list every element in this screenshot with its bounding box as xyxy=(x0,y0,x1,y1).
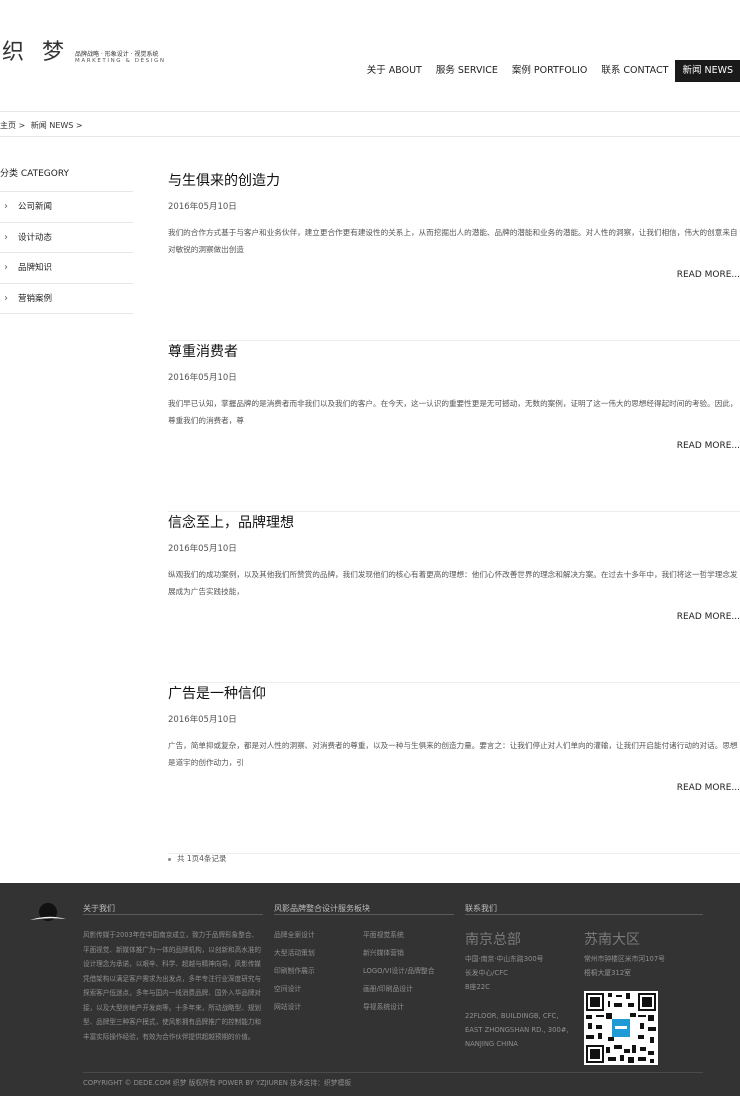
footer-service-link[interactable]: 网站设计 xyxy=(274,1001,301,1011)
breadcrumb-news[interactable]: 新闻 NEWS > xyxy=(31,121,83,130)
header-divider xyxy=(0,111,740,112)
sidebar-item-label: 营销案例 xyxy=(18,293,53,304)
footer-service-link[interactable]: 画册/印刷品设计 xyxy=(363,983,413,993)
footer-address-line: 长发中心/CFC xyxy=(465,969,508,977)
sidebar-title: 分类 CATEGORY xyxy=(0,164,133,192)
footer-divider xyxy=(274,914,454,915)
footer-about-text: 风影传媒于2003年在中国南京成立，致力于品牌形象整合、平面视觉、新媒体推广为一… xyxy=(83,931,262,1041)
sidebar-item-company-news[interactable]: › 公司新闻 xyxy=(0,192,133,223)
sidebar-item-marketing-cases[interactable]: › 营销案例 xyxy=(0,284,133,314)
footer-city-nanjing: 南京总部 xyxy=(465,932,521,948)
breadcrumb-home[interactable]: 主页 > xyxy=(0,121,25,130)
footer-address-line: 梧桐大厦312室 xyxy=(584,969,631,977)
sidebar-item-label: 公司新闻 xyxy=(18,202,53,212)
footer-address-line: 22FLOOR, BUILDINGB, CFC, xyxy=(465,1012,559,1020)
sidebar-item-design-news[interactable]: › 设计动态 xyxy=(0,223,133,253)
article-date: 2016年05月10日 xyxy=(168,715,237,725)
footer-city-sunan: 苏南大区 xyxy=(584,932,640,948)
read-more-link[interactable]: READ MORE... xyxy=(677,270,740,280)
footer-service-link[interactable]: 印刷制作展示 xyxy=(274,965,315,975)
nav-item-contact[interactable]: 联系 CONTACT xyxy=(594,60,675,82)
footer-service-link[interactable]: 平面视觉系统 xyxy=(363,929,404,939)
sidebar-item-label: 品牌知识 xyxy=(18,263,53,273)
breadcrumb-divider xyxy=(0,136,740,137)
article-excerpt: 广告，简单抑或复杂，都是对人性的洞察、对消费者的尊重，以及一种与生俱来的创造力量… xyxy=(168,741,738,767)
footer-about-title: 关于我们 xyxy=(83,904,115,913)
footer-service-link[interactable]: 品牌全案设计 xyxy=(274,929,315,939)
site-footer: 关于我们 风影传媒于2003年在中国南京成立，致力于品牌形象整合、平面视觉、新媒… xyxy=(0,883,740,1096)
chevron-right-icon: › xyxy=(4,262,8,273)
logo-mark: 织梦 xyxy=(2,40,83,65)
chevron-right-icon: › xyxy=(4,201,8,212)
main-nav: 关于 ABOUT 服务 SERVICE 案例 PORTFOLIO 联系 CONT… xyxy=(360,60,740,82)
article-excerpt: 我们早已认知，掌握品牌的是消费者而非我们以及我们的客户。在今天，这一认识的重要性… xyxy=(168,399,738,425)
footer-copyright: COPYRIGHT © DEDE.COM 织梦 版权所有 POWER BY YZ… xyxy=(83,1079,352,1087)
article-date: 2016年05月10日 xyxy=(168,202,237,212)
pagination: 共 1页4条记录 xyxy=(168,853,226,864)
footer-address-line: NANJING CHINA xyxy=(465,1040,518,1048)
footer-service-link[interactable]: 空间设计 xyxy=(274,983,301,993)
chevron-right-icon: › xyxy=(4,292,8,304)
news-article: 广告是一种信仰 2016年05月10日 广告，简单抑或复杂，都是对人性的洞察、对… xyxy=(168,683,740,854)
logo-subline: MARKETING & DESIGN xyxy=(75,58,166,64)
footer-divider xyxy=(83,914,263,915)
nav-item-portfolio[interactable]: 案例 PORTFOLIO xyxy=(505,60,594,82)
footer-logo-icon xyxy=(30,903,66,921)
site-header: 织梦 品牌战略 · 形象设计 · 视觉系统 MARKETING & DESIGN… xyxy=(0,0,740,90)
news-article: 与生俱来的创造力 2016年05月10日 我们的合作方式基于与客户和业务伙伴，建… xyxy=(168,170,740,341)
article-title[interactable]: 广告是一种信仰 xyxy=(168,683,266,703)
pagination-summary: 共 1页4条记录 xyxy=(177,854,227,863)
site-logo[interactable]: 织梦 品牌战略 · 形象设计 · 视觉系统 MARKETING & DESIGN xyxy=(2,34,172,74)
article-title[interactable]: 尊重消费者 xyxy=(168,341,238,361)
article-date: 2016年05月10日 xyxy=(168,373,237,383)
footer-contact-title: 联系我们 xyxy=(465,904,497,913)
read-more-link[interactable]: READ MORE... xyxy=(677,441,740,451)
footer-service-link[interactable]: 大型活动策划 xyxy=(274,947,315,957)
nav-item-service[interactable]: 服务 SERVICE xyxy=(429,60,505,82)
footer-address-line: 常州市钟楼区米市河107号 xyxy=(584,955,665,963)
article-title[interactable]: 与生俱来的创造力 xyxy=(168,170,280,190)
footer-address-line: 中国·南京·中山东路300号 xyxy=(465,955,544,963)
article-title[interactable]: 信念至上，品牌理想 xyxy=(168,512,294,532)
news-article: 信念至上，品牌理想 2016年05月10日 纵观我们的成功案例，以及其他我们所赞… xyxy=(168,512,740,683)
footer-service-link[interactable]: 导视系统设计 xyxy=(363,1001,404,1011)
footer-service-link[interactable]: 新兴媒体营销 xyxy=(363,947,404,957)
footer-services-title: 风影品牌整合设计服务板块 xyxy=(274,904,370,913)
footer-address-line: EAST ZHONGSHAN RD., 300#, xyxy=(465,1026,569,1034)
category-sidebar: 分类 CATEGORY › 公司新闻 › 设计动态 › 品牌知识 › 营销案例 xyxy=(0,164,133,314)
footer-bottom-divider xyxy=(83,1072,703,1073)
chevron-right-icon: › xyxy=(4,231,8,243)
logo-tagline: 品牌战略 · 形象设计 · 视觉系统 xyxy=(75,51,159,58)
read-more-link[interactable]: READ MORE... xyxy=(677,612,740,622)
qr-code-icon xyxy=(584,991,658,1065)
breadcrumb: 主页 > 新闻 NEWS > xyxy=(0,120,86,131)
bullet-icon xyxy=(168,857,171,861)
footer-divider xyxy=(465,914,703,915)
sidebar-item-label: 设计动态 xyxy=(18,232,53,243)
news-article: 尊重消费者 2016年05月10日 我们早已认知，掌握品牌的是消费者而非我们以及… xyxy=(168,341,740,512)
nav-item-news[interactable]: 新闻 NEWS xyxy=(675,60,740,82)
nav-item-about[interactable]: 关于 ABOUT xyxy=(360,60,429,82)
article-date: 2016年05月10日 xyxy=(168,544,237,554)
article-excerpt: 我们的合作方式基于与客户和业务伙伴，建立更合作更有建设性的关系上，从而挖掘出人的… xyxy=(168,228,738,254)
article-excerpt: 纵观我们的成功案例，以及其他我们所赞赏的品牌，我们发现他们的核心有着更高的理想：… xyxy=(168,570,738,596)
read-more-link[interactable]: READ MORE... xyxy=(677,783,740,793)
sidebar-item-brand-knowledge[interactable]: › 品牌知识 xyxy=(0,253,133,284)
footer-address-line: B座22C xyxy=(465,983,490,991)
footer-service-link[interactable]: LOGO/VI设计/品牌整合 xyxy=(363,965,435,975)
